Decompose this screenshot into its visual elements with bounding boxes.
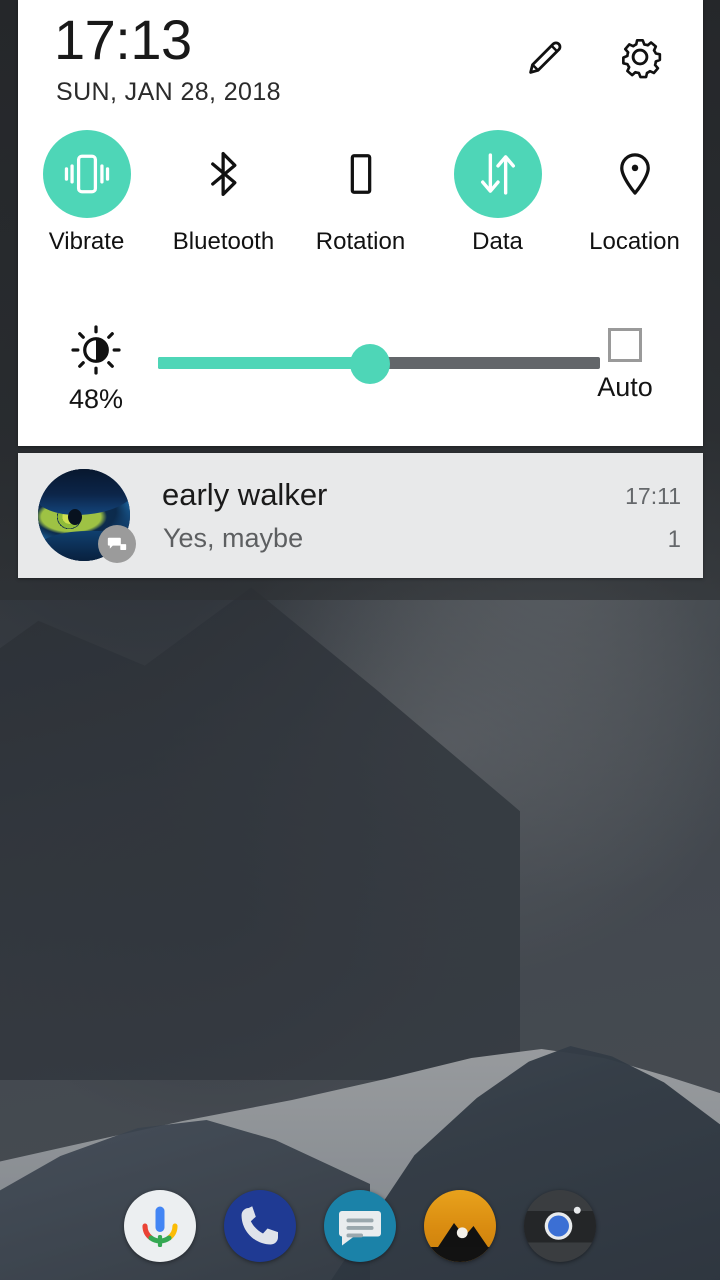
clock-date: SUN, JAN 28, 2018 xyxy=(56,78,281,106)
auto-brightness-checkbox[interactable] xyxy=(608,328,642,362)
auto-brightness-label: Auto xyxy=(597,372,653,402)
tile-label: Vibrate xyxy=(48,228,125,255)
bluetooth-icon xyxy=(180,130,268,218)
dock-app-messages[interactable] xyxy=(324,1190,396,1262)
tile-vibrate[interactable]: Vibrate xyxy=(18,130,155,256)
location-icon xyxy=(591,130,679,218)
quick-settings-header: 17:13 SUN, JAN 28, 2018 xyxy=(18,0,703,130)
message-bubble-icon xyxy=(339,1211,381,1246)
data-icon xyxy=(453,130,542,218)
notification-time: 17:11 xyxy=(625,483,681,509)
avatar xyxy=(38,469,136,563)
brightness-slider[interactable] xyxy=(158,344,600,384)
tile-label: Data xyxy=(472,228,523,255)
tile-data[interactable]: Data xyxy=(429,130,566,256)
tile-bluetooth[interactable]: Bluetooth xyxy=(155,130,292,256)
header-actions xyxy=(523,34,663,80)
phone-screen: 17:13 SUN, JAN 28, 2018 Vibrate Bluetoot… xyxy=(0,0,720,1280)
notification-count: 1 xyxy=(667,526,681,553)
quick-settings-panel: 17:13 SUN, JAN 28, 2018 Vibrate Bluetoot… xyxy=(18,0,703,446)
quick-settings-tiles: Vibrate Bluetooth Rotation Data Location xyxy=(18,130,703,256)
avatar-pupil xyxy=(68,509,82,525)
slider-thumb[interactable] xyxy=(350,344,390,384)
brightness-percent: 48% xyxy=(68,384,124,414)
dock-app-camera[interactable] xyxy=(524,1190,596,1262)
dock-app-phone[interactable] xyxy=(224,1190,296,1262)
slider-fill xyxy=(158,357,370,369)
gear-icon[interactable] xyxy=(617,34,663,80)
vibrate-icon xyxy=(42,130,131,218)
camera-lens-icon xyxy=(524,1206,596,1243)
tile-location[interactable]: Location xyxy=(566,130,703,256)
microphone-icon xyxy=(142,1206,178,1247)
brightness-indicator: 48% xyxy=(48,324,144,415)
notification-card[interactable]: early walker Yes, maybe 17:11 1 xyxy=(18,453,703,578)
clock-time: 17:13 xyxy=(54,8,192,71)
dock-app-google-voice-search[interactable] xyxy=(124,1190,196,1262)
tile-label: Location xyxy=(589,228,680,255)
auto-brightness-toggle[interactable]: Auto xyxy=(579,328,671,403)
notification-text: Yes, maybe xyxy=(163,523,304,553)
mountain-sunset-icon xyxy=(424,1223,496,1262)
notification-title: early walker xyxy=(162,477,328,512)
tile-label: Rotation xyxy=(315,228,406,255)
message-badge-icon xyxy=(98,525,136,563)
brightness-icon xyxy=(71,325,121,375)
tile-rotation[interactable]: Rotation xyxy=(292,130,429,256)
phone-handset-icon xyxy=(241,1206,278,1245)
dock-app-photos[interactable] xyxy=(424,1190,496,1262)
brightness-row: 48% Auto xyxy=(18,312,703,432)
rotation-icon xyxy=(317,130,405,218)
tile-label: Bluetooth xyxy=(172,228,275,255)
dock xyxy=(0,1190,720,1262)
pencil-icon[interactable] xyxy=(523,34,569,80)
